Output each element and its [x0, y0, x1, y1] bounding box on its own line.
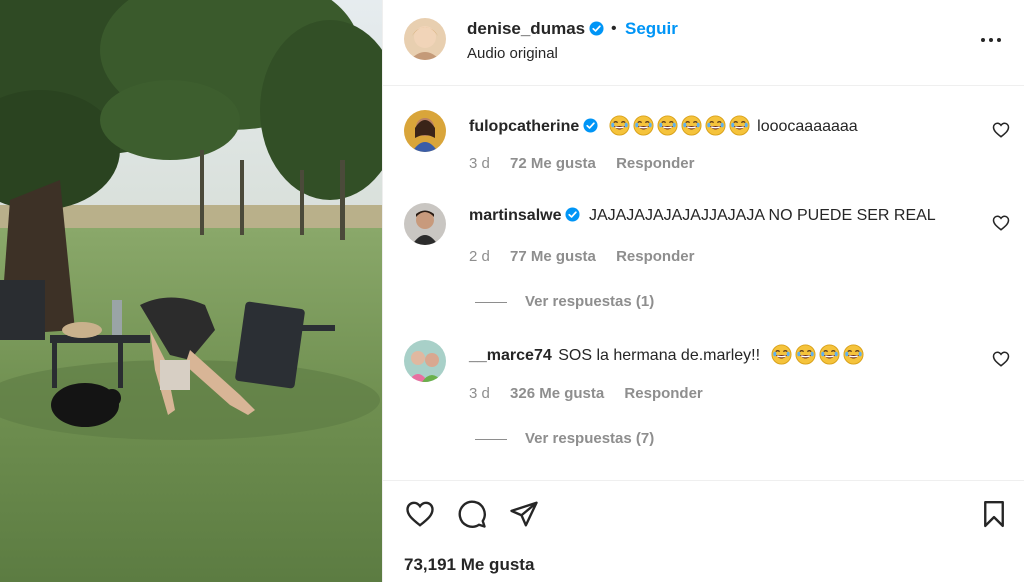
view-replies-label: Ver respuestas (7)	[525, 430, 655, 447]
comment-like-heart-icon[interactable]	[992, 214, 1010, 232]
view-replies-button[interactable]: Ver respuestas (7)	[475, 430, 654, 447]
post-media[interactable]	[0, 0, 382, 582]
video-frame-illustration	[0, 0, 382, 582]
author-username[interactable]: denise_dumas	[467, 19, 604, 39]
replies-divider	[475, 301, 507, 303]
comment-likes[interactable]: 77 Me gusta	[510, 248, 596, 265]
view-replies-button[interactable]: Ver respuestas (1)	[475, 293, 654, 310]
comment-like-heart-icon[interactable]	[992, 350, 1010, 368]
comment-username[interactable]: martinsalwe	[469, 207, 561, 224]
replies-divider	[475, 438, 507, 440]
separator-dot: •	[611, 20, 617, 37]
commenter-avatar[interactable]	[404, 203, 446, 245]
laughing-emoji-icon	[819, 344, 840, 365]
laughing-emoji-icon	[633, 115, 654, 136]
verified-badge-icon	[583, 118, 598, 133]
author-avatar[interactable]	[404, 18, 446, 60]
commenter-avatar[interactable]	[404, 340, 446, 382]
comment-text-line: __marce74 SOS la hermana de.marley!!	[469, 344, 867, 365]
comment-meta: 3 d 72 Me gusta Responder	[469, 155, 710, 172]
post-actions: 73,191 Me gusta	[383, 480, 1024, 582]
post-header: denise_dumas • Seguir Audio original	[383, 0, 1024, 86]
comment-like-heart-icon[interactable]	[992, 121, 1010, 139]
more-options-icon[interactable]	[979, 30, 1003, 50]
reply-button[interactable]: Responder	[624, 385, 702, 402]
comment-text: JAJAJAJAJAJAJJAJAJA NO PUEDE SER REAL	[588, 207, 936, 224]
laughing-emoji-icon	[795, 344, 816, 365]
follow-button[interactable]: Seguir	[625, 19, 678, 39]
comment-username[interactable]: fulopcatherine	[469, 118, 579, 135]
emoji-row	[771, 344, 867, 365]
comment-text-line: fulopcatherine looocaaaaaaa	[469, 115, 858, 136]
heart-icon[interactable]	[405, 499, 435, 529]
laughing-emoji-icon	[729, 115, 750, 136]
comment-likes[interactable]: 326 Me gusta	[510, 385, 604, 402]
laughing-emoji-icon	[705, 115, 726, 136]
laughing-emoji-icon	[771, 344, 792, 365]
emoji-row	[609, 115, 753, 136]
laughing-emoji-icon	[657, 115, 678, 136]
audio-link[interactable]: Audio original	[467, 45, 558, 62]
laughing-emoji-icon	[843, 344, 864, 365]
comment-meta: 3 d 326 Me gusta Responder	[469, 385, 719, 402]
share-icon[interactable]	[509, 499, 539, 529]
view-replies-label: Ver respuestas (1)	[525, 293, 655, 310]
comment-text: looocaaaaaaa	[757, 118, 858, 135]
comment-time[interactable]: 3 d	[469, 155, 490, 172]
verified-badge-icon	[565, 207, 581, 222]
laughing-emoji-icon	[681, 115, 702, 136]
bookmark-icon[interactable]	[979, 499, 1009, 529]
reply-button[interactable]: Responder	[616, 248, 694, 265]
laughing-emoji-icon	[609, 115, 630, 136]
reply-button[interactable]: Responder	[616, 155, 694, 172]
commenter-avatar[interactable]	[404, 110, 446, 152]
comment-text-line: martinsalwe JAJAJAJAJAJAJJAJAJA NO PUEDE…	[469, 207, 936, 225]
comment-username[interactable]: __marce74	[469, 347, 552, 364]
comment-time[interactable]: 3 d	[469, 385, 490, 402]
comment-icon[interactable]	[457, 499, 487, 529]
post-like-count[interactable]: 73,191 Me gusta	[404, 555, 534, 575]
comment-time[interactable]: 2 d	[469, 248, 490, 265]
comment-text: SOS la hermana de.marley!!	[558, 347, 761, 364]
post-side-panel: denise_dumas • Seguir Audio original ful…	[382, 0, 1024, 582]
verified-badge-icon	[589, 21, 604, 36]
comment-meta: 2 d 77 Me gusta Responder	[469, 248, 710, 265]
comment-likes[interactable]: 72 Me gusta	[510, 155, 596, 172]
